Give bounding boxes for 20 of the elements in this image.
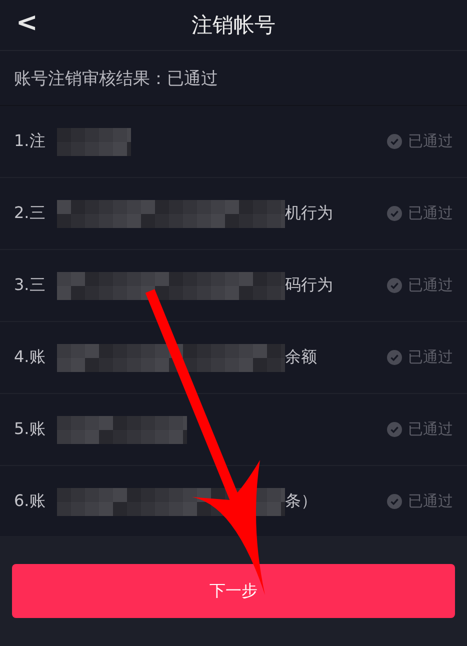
item-label: 1.注 xyxy=(14,131,46,152)
status-text: 已通过 xyxy=(408,204,453,223)
next-button[interactable]: 下一步 xyxy=(12,564,455,618)
status-text: 已通过 xyxy=(408,276,453,295)
item-label: 2.三 xyxy=(14,203,46,224)
page-title: 注销帐号 xyxy=(192,12,276,39)
item-label: 码行为 xyxy=(285,275,333,296)
item-label: 4.账 xyxy=(14,347,46,368)
item-label: 机行为 xyxy=(285,203,333,224)
item-label: 余额 xyxy=(285,347,317,368)
item-label: 5.账 xyxy=(14,419,46,440)
status-text: 已通过 xyxy=(408,420,453,439)
item-label: 6.账 xyxy=(14,491,46,512)
status-text: 已通过 xyxy=(408,132,453,151)
item-label: 3.三 xyxy=(14,275,46,296)
back-button[interactable]: < xyxy=(12,8,42,38)
status-text: 已通过 xyxy=(408,348,453,367)
review-result: 账号注销审核结果：已通过 xyxy=(0,51,467,106)
status-text: 已通过 xyxy=(408,492,453,511)
item-label: 条） xyxy=(285,491,317,512)
